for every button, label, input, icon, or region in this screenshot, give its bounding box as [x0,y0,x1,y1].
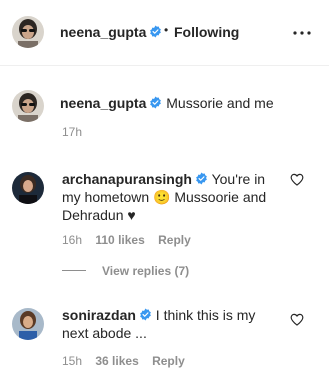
verified-badge-icon [150,96,162,109]
separator-dot: • [164,23,169,37]
comment-likes[interactable]: 110 likes [95,233,144,247]
comment-meta: 16h 110 likes Reply [62,233,201,247]
more-options-icon[interactable] [293,31,311,35]
divider-line [62,270,86,271]
verified-badge-icon [150,25,162,38]
post-header: neena_gupta • Following [0,0,329,66]
heart-outline-icon[interactable] [290,313,304,326]
reply-button[interactable]: Reply [152,354,185,368]
avatar[interactable] [12,16,44,48]
comment-text: archanapuransingh You're in my hometown … [62,170,284,224]
comment-likes[interactable]: 36 likes [95,354,138,368]
reply-button[interactable]: Reply [158,233,191,247]
comment-username[interactable]: archanapuransingh [62,171,192,187]
comment: archanapuransingh You're in my hometown … [0,170,329,250]
caption-username[interactable]: neena_gupta [60,95,146,111]
verified-badge-icon [196,172,207,185]
comment-username[interactable]: sonirazdan [62,307,136,323]
following-button[interactable]: Following [174,24,239,40]
username[interactable]: neena_gupta [60,24,162,40]
heart-outline-icon[interactable] [290,173,304,186]
avatar[interactable] [12,90,44,122]
comment-timestamp[interactable]: 15h [62,354,82,368]
caption-text: neena_gupta Mussorie and me [60,94,300,112]
post-caption: neena_gupta Mussorie and me 17h [0,84,329,144]
caption-body: Mussorie and me [166,95,274,111]
caption-timestamp[interactable]: 17h [62,125,82,139]
comment: sonirazdan I think this is my next abode… [0,306,329,376]
avatar[interactable] [12,308,44,340]
comment-text: sonirazdan I think this is my next abode… [62,306,284,342]
avatar[interactable] [12,172,44,204]
comment-meta: 15h 36 likes Reply [62,354,195,368]
view-replies-button[interactable]: View replies (7) [62,264,189,278]
verified-badge-icon [140,308,151,321]
comment-timestamp[interactable]: 16h [62,233,82,247]
